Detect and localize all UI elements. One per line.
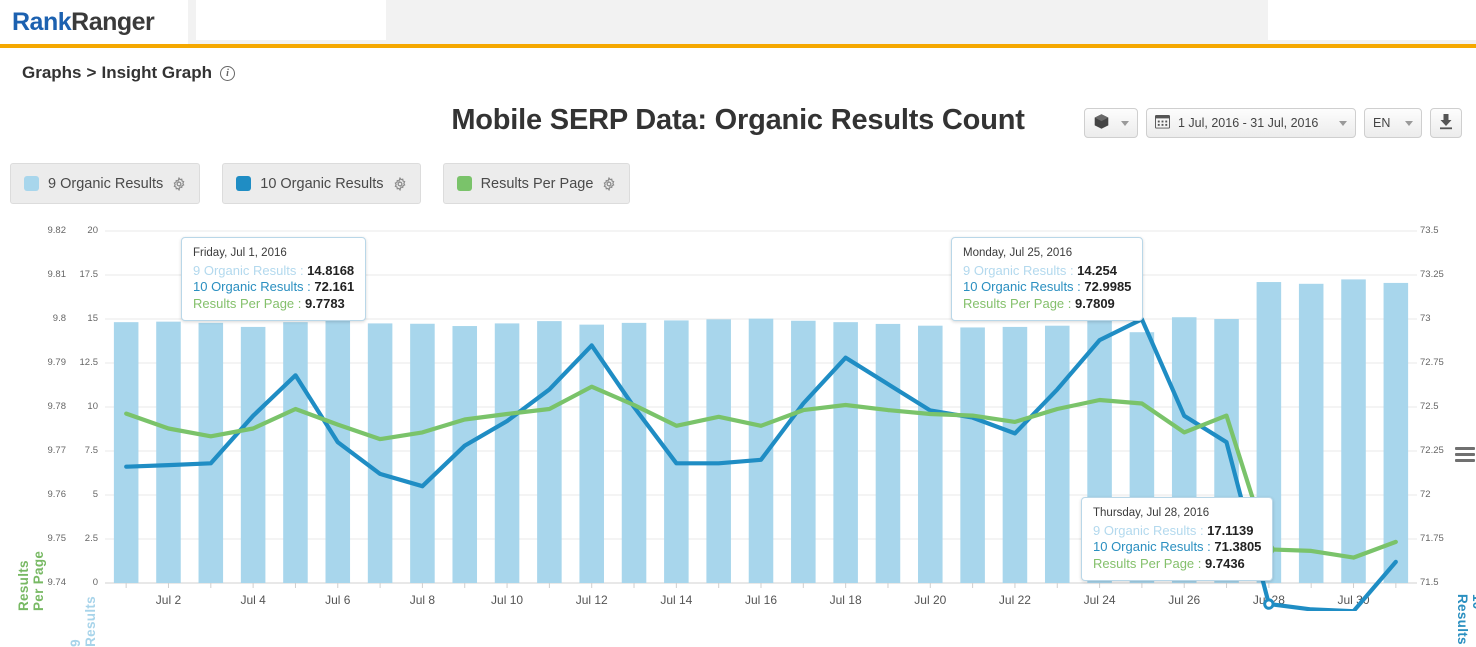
tooltip-value: 72.9985: [1084, 279, 1131, 294]
tooltip-row: 9 Organic Results : 17.1139: [1093, 523, 1261, 540]
gear-icon[interactable]: [393, 177, 407, 191]
tooltip-key: Results Per Page: [1093, 556, 1194, 571]
chart-bar[interactable]: [326, 321, 351, 583]
tooltip-row: Results Per Page : 9.7809: [963, 296, 1131, 313]
tooltip-value: 9.7809: [1075, 296, 1115, 311]
tooltip-key: 9 Organic Results: [1093, 523, 1196, 538]
tooltip-date: Thursday, Jul 28, 2016: [1093, 505, 1261, 522]
chart-bar[interactable]: [960, 327, 985, 583]
chart-bar[interactable]: [1003, 327, 1028, 583]
tooltip-value: 9.7436: [1205, 556, 1245, 571]
legend-label: Results Per Page: [481, 176, 594, 192]
tooltip-row: 9 Organic Results : 14.254: [963, 263, 1131, 280]
chart-bar[interactable]: [537, 321, 562, 583]
legend-label: 10 Organic Results: [260, 176, 383, 192]
chart-bar[interactable]: [1341, 279, 1366, 583]
header-blank-cell-2: [196, 0, 386, 40]
legend-swatch: [457, 176, 472, 191]
tooltip-row: Results Per Page : 9.7436: [1093, 556, 1261, 573]
tooltip-key: Results Per Page: [193, 296, 294, 311]
chart-bar[interactable]: [579, 325, 604, 583]
page-title: Mobile SERP Data: Organic Results Count: [0, 104, 1476, 137]
chart-bar[interactable]: [156, 322, 181, 583]
logo-part-rank: Rank: [12, 8, 71, 36]
tooltip-jul-1: Friday, Jul 1, 2016 9 Organic Results : …: [181, 237, 366, 321]
chart-bar[interactable]: [1045, 326, 1070, 583]
chart-bar[interactable]: [918, 326, 943, 583]
tooltip-key: 9 Organic Results: [963, 263, 1066, 278]
tooltip-colon: :: [1196, 523, 1207, 538]
tooltip-value: 14.8168: [307, 263, 354, 278]
chart-legend: 9 Organic Results 10 Organic Results Res…: [10, 163, 630, 204]
tooltip-row: 10 Organic Results : 72.161: [193, 279, 354, 296]
tooltip-row: Results Per Page : 9.7783: [193, 296, 354, 313]
chart-bar[interactable]: [368, 323, 393, 583]
tooltip-colon: :: [1074, 279, 1085, 294]
tooltip-value: 72.161: [314, 279, 354, 294]
legend-item-10-organic-results[interactable]: 10 Organic Results: [222, 163, 420, 204]
tooltip-date: Monday, Jul 25, 2016: [963, 245, 1131, 262]
top-bar: RankRanger: [0, 0, 1476, 44]
breadcrumb-root[interactable]: Graphs: [22, 63, 82, 83]
tooltip-key: 10 Organic Results: [1093, 539, 1204, 554]
tooltip-colon: :: [294, 296, 305, 311]
chart-bar[interactable]: [410, 324, 435, 583]
tooltip-value: 9.7783: [305, 296, 345, 311]
chart-bar[interactable]: [114, 322, 139, 583]
legend-label: 9 Organic Results: [48, 176, 163, 192]
chart-bar[interactable]: [706, 319, 731, 583]
info-icon[interactable]: i: [220, 66, 235, 81]
chart-bar[interactable]: [241, 327, 266, 583]
tooltip-jul-28: Thursday, Jul 28, 2016 9 Organic Results…: [1081, 497, 1273, 581]
legend-swatch: [24, 176, 39, 191]
tooltip-value: 14.254: [1077, 263, 1117, 278]
legend-swatch: [236, 176, 251, 191]
tooltip-colon: :: [1204, 539, 1215, 554]
header-blank-cell-3: [1268, 0, 1476, 40]
chart-bar[interactable]: [1299, 284, 1324, 583]
chart-bar[interactable]: [622, 323, 647, 583]
gear-icon[interactable]: [602, 177, 616, 191]
tooltip-key: 10 Organic Results: [193, 279, 304, 294]
chart-bar[interactable]: [791, 321, 816, 583]
tooltip-value: 71.3805: [1214, 539, 1261, 554]
tooltip-date: Friday, Jul 1, 2016: [193, 245, 354, 262]
chart-data-point[interactable]: [1265, 600, 1273, 608]
tooltip-colon: :: [1194, 556, 1205, 571]
tooltip-row: 10 Organic Results : 71.3805: [1093, 539, 1261, 556]
breadcrumb-current: Insight Graph: [101, 63, 212, 83]
breadcrumb: Graphs > Insight Graph i: [22, 63, 235, 83]
chart-bar[interactable]: [495, 323, 520, 583]
legend-item-9-organic-results[interactable]: 9 Organic Results: [10, 163, 200, 204]
tooltip-colon: :: [1064, 296, 1075, 311]
tooltip-jul-25: Monday, Jul 25, 2016 9 Organic Results :…: [951, 237, 1143, 321]
tooltip-key: Results Per Page: [963, 296, 1064, 311]
tooltip-key: 10 Organic Results: [963, 279, 1074, 294]
tooltip-colon: :: [1066, 263, 1077, 278]
tooltip-colon: :: [304, 279, 315, 294]
chart-bar[interactable]: [283, 322, 308, 583]
tooltip-row: 9 Organic Results : 14.8168: [193, 263, 354, 280]
breadcrumb-row: Graphs > Insight Graph i 1 Jul, 2016 - 3…: [0, 48, 1476, 100]
logo-part-ranger: Ranger: [71, 8, 154, 36]
chart-bar[interactable]: [876, 324, 901, 583]
tooltip-colon: :: [296, 263, 307, 278]
tooltip-row: 10 Organic Results : 72.9985: [963, 279, 1131, 296]
rankranger-logo[interactable]: RankRanger: [12, 8, 154, 36]
tooltip-key: 9 Organic Results: [193, 263, 296, 278]
tooltip-value: 17.1139: [1207, 523, 1253, 538]
gear-icon[interactable]: [172, 177, 186, 191]
chart-bar[interactable]: [1384, 283, 1409, 583]
legend-item-results-per-page[interactable]: Results Per Page: [443, 163, 631, 204]
breadcrumb-separator: >: [87, 63, 97, 83]
